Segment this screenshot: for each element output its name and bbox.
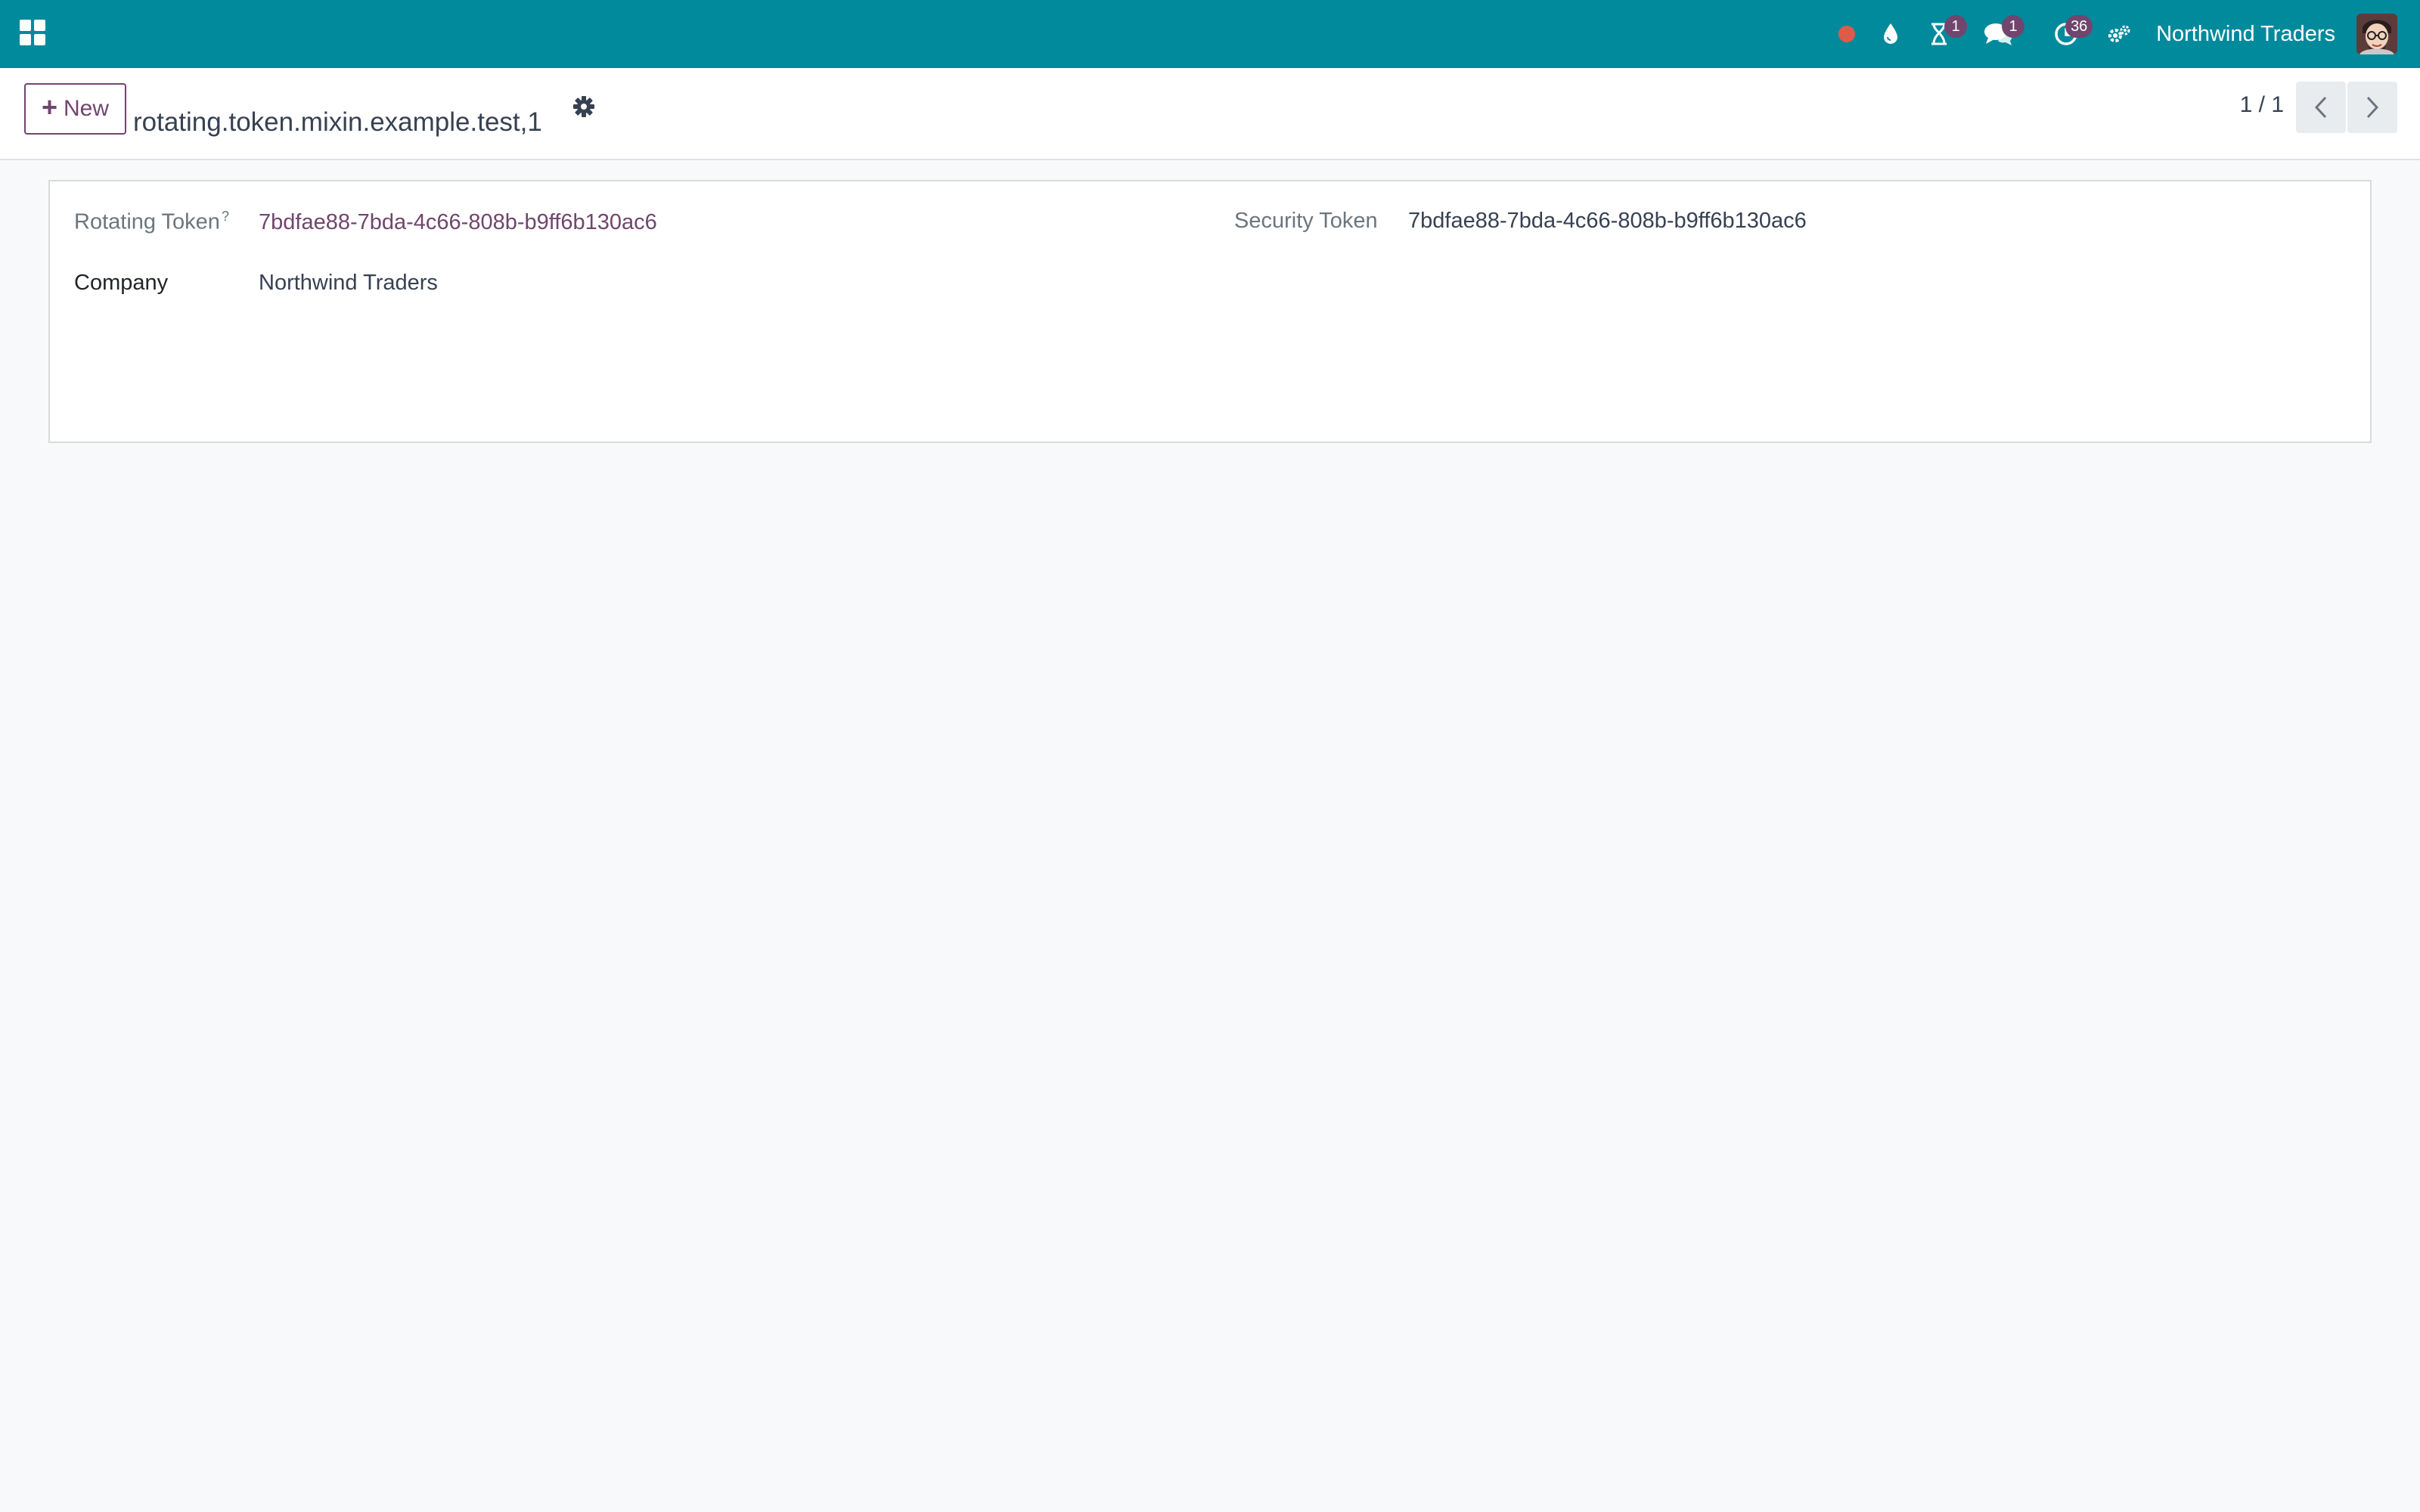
main-navbar: 1 1 36 Northwind Traders [0, 0, 2420, 68]
timer-badge: 1 [1944, 15, 1968, 38]
plus-icon: + [41, 91, 57, 122]
settings-gears-icon[interactable] [2100, 0, 2138, 68]
rotating-token-value[interactable]: 7bdfae88-7bda-4c66-808b-b9ff6b130ac6 [259, 210, 657, 235]
pager-previous-button[interactable] [2296, 82, 2346, 133]
chevron-left-icon [2314, 96, 2327, 119]
systray: 1 1 36 Northwind Traders [1825, 0, 2420, 68]
company-switcher[interactable]: Northwind Traders [2156, 22, 2335, 47]
avatar[interactable] [2356, 14, 2397, 54]
company-label: Company [74, 271, 169, 295]
security-token-value[interactable]: 7bdfae88-7bda-4c66-808b-b9ff6b130ac6 [1408, 209, 1807, 234]
rotating-token-label: Rotating Token? [74, 209, 229, 235]
recording-dot-icon[interactable] [1825, 0, 1869, 68]
security-token-label: Security Token [1234, 209, 1378, 233]
apps-menu-icon[interactable] [20, 20, 48, 48]
help-tooltip-icon[interactable]: ? [222, 209, 229, 224]
record-title: rotating.token.mixin.example.test,1 [133, 107, 542, 137]
rotating-token-label-text: Rotating Token [74, 209, 220, 234]
new-record-button[interactable]: + New [24, 83, 126, 135]
pager-value[interactable]: 1 / 1 [2240, 92, 2284, 118]
new-button-label: New [64, 96, 110, 121]
droplet-icon[interactable] [1869, 0, 1913, 68]
company-value[interactable]: Northwind Traders [259, 271, 438, 296]
activities-badge: 36 [2065, 15, 2093, 38]
form-sheet: Rotating Token? 7bdfae88-7bda-4c66-808b-… [48, 180, 2372, 443]
chevron-right-icon [2366, 96, 2379, 119]
messaging-button[interactable]: 1 [1965, 0, 2032, 68]
activities-button[interactable]: 36 [2032, 0, 2100, 68]
activity-timer-button[interactable]: 1 [1913, 0, 1968, 68]
messages-badge: 1 [2002, 15, 2025, 38]
pager-next-button[interactable] [2347, 82, 2397, 133]
control-panel: + New rotating.token.mixin.example.test,… [0, 68, 2420, 160]
gear-icon[interactable] [572, 95, 597, 119]
